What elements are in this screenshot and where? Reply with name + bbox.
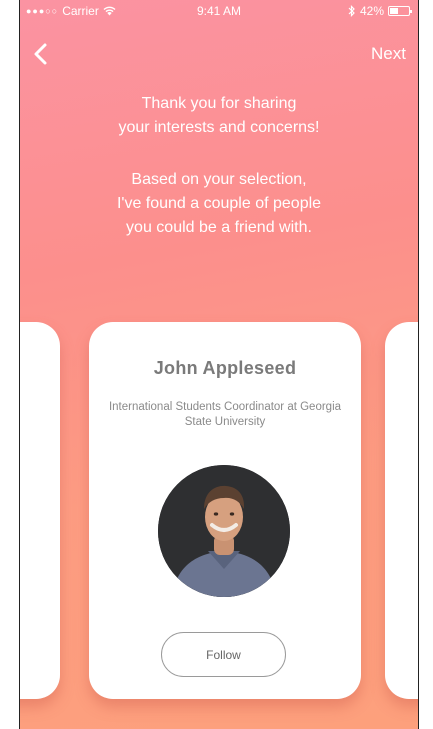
battery-percent: 42% bbox=[359, 4, 384, 18]
intro-message: Thank you for sharing your interests and… bbox=[20, 92, 418, 240]
intro-line: your interests and concerns! bbox=[118, 119, 320, 136]
next-profile-card[interactable] bbox=[385, 322, 418, 699]
intro-line: Thank you for sharing bbox=[141, 95, 297, 112]
intro-line: you could be a friend with. bbox=[126, 219, 312, 236]
profile-role: International Students Coordinator at Ge… bbox=[108, 401, 342, 428]
battery-fill bbox=[390, 8, 398, 14]
avatar bbox=[158, 465, 290, 597]
battery-icon bbox=[388, 6, 412, 16]
next-button[interactable]: Next bbox=[371, 44, 406, 64]
phone-screen: ●●●○○ Carrier 9:41 AM 42% Next Thank you… bbox=[19, 0, 419, 729]
previous-profile-card[interactable] bbox=[20, 322, 60, 699]
profile-card[interactable]: John Appleseed International Students Co… bbox=[89, 322, 361, 699]
follow-button[interactable]: Follow bbox=[161, 632, 286, 677]
intro-line: I've found a couple of people bbox=[116, 195, 322, 212]
status-right: 42% bbox=[348, 4, 412, 18]
person-photo-icon bbox=[158, 465, 290, 597]
intro-line: Based on your selection, bbox=[131, 171, 307, 188]
status-bar: ●●●○○ Carrier 9:41 AM 42% bbox=[20, 0, 418, 20]
profile-name: John Appleseed bbox=[153, 358, 297, 378]
chevron-left-icon bbox=[34, 43, 47, 65]
bluetooth-icon bbox=[348, 5, 355, 17]
back-button[interactable] bbox=[30, 40, 56, 70]
